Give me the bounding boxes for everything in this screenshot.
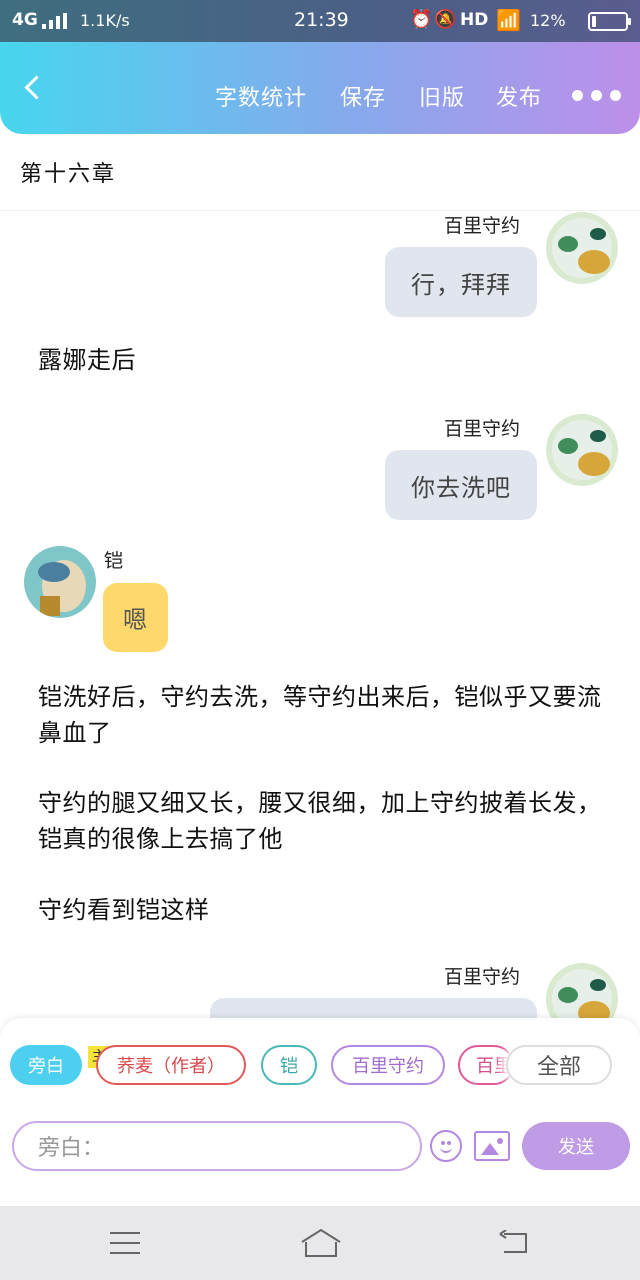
sender-name: 百里守约 [444,418,521,440]
message-bubble[interactable]: 嗯 [103,583,168,652]
chapter-title[interactable]: 第十六章 [20,156,116,188]
image-icon[interactable] [474,1131,510,1161]
hd-indicator: HD [460,10,489,30]
clock: 21:39 [294,9,349,31]
role-chip-narrator[interactable]: 旁白 [10,1045,82,1085]
editor-header: 字数统计 保存 旧版 发布 [0,42,640,134]
menu-icon[interactable] [110,1232,140,1254]
old-version-button[interactable]: 旧版 [419,80,465,112]
narration-text[interactable]: 铠洗好后，守约去洗，等守约出来后，铠似乎又要流鼻血了 [38,679,608,751]
word-count-button[interactable]: 字数统计 [215,80,307,112]
avatar-baili[interactable] [546,212,618,284]
back-button[interactable] [22,76,44,98]
battery-percent: 12% [530,11,566,30]
all-roles-button[interactable]: 全部 [506,1045,612,1085]
divider [0,210,640,211]
sender-name: 百里守约 [444,215,521,237]
narration-text[interactable]: 守约的腿又细又长，腰又很细，加上守约披着长发，铠真的很像上去搞了他 [38,785,608,857]
back-nav-icon[interactable] [498,1230,530,1254]
signal-icon [42,13,68,29]
home-icon[interactable] [300,1228,342,1258]
more-dots-icon[interactable] [572,90,622,102]
send-button[interactable]: 发送 [522,1122,630,1170]
role-chip-baili[interactable]: 百里守约 [331,1045,445,1085]
network-speed: 1.1K/s [80,11,130,30]
wifi-icon: 📶 [496,8,521,32]
avatar-baili[interactable] [546,414,618,486]
narration-text[interactable]: 守约看到铠这样 [38,892,608,928]
emoji-icon[interactable] [430,1130,462,1162]
alarm-mute-icons: ⏰🔕 [410,9,459,30]
sender-name: 百里守约 [444,966,521,988]
message-bubble[interactable]: 你去洗吧 [385,450,537,520]
role-chip-kai[interactable]: 铠 [261,1045,317,1085]
narration-text[interactable]: 露娜走后 [38,342,608,378]
message-input[interactable]: 旁白： [12,1121,422,1171]
publish-button[interactable]: 发布 [496,80,542,112]
role-chip-author[interactable]: 荞麦（作者） [96,1045,246,1085]
message-bubble[interactable]: 行，拜拜 [385,247,537,317]
status-bar: 4G 1.1K/s 21:39 ⏰🔕 HD 📶 12% [0,0,640,42]
system-nav-bar [0,1206,640,1280]
avatar-kai[interactable] [24,546,96,618]
network-type: 4G [12,10,38,30]
battery-icon [588,12,631,31]
save-button[interactable]: 保存 [340,80,386,112]
sender-name: 铠 [104,550,124,572]
